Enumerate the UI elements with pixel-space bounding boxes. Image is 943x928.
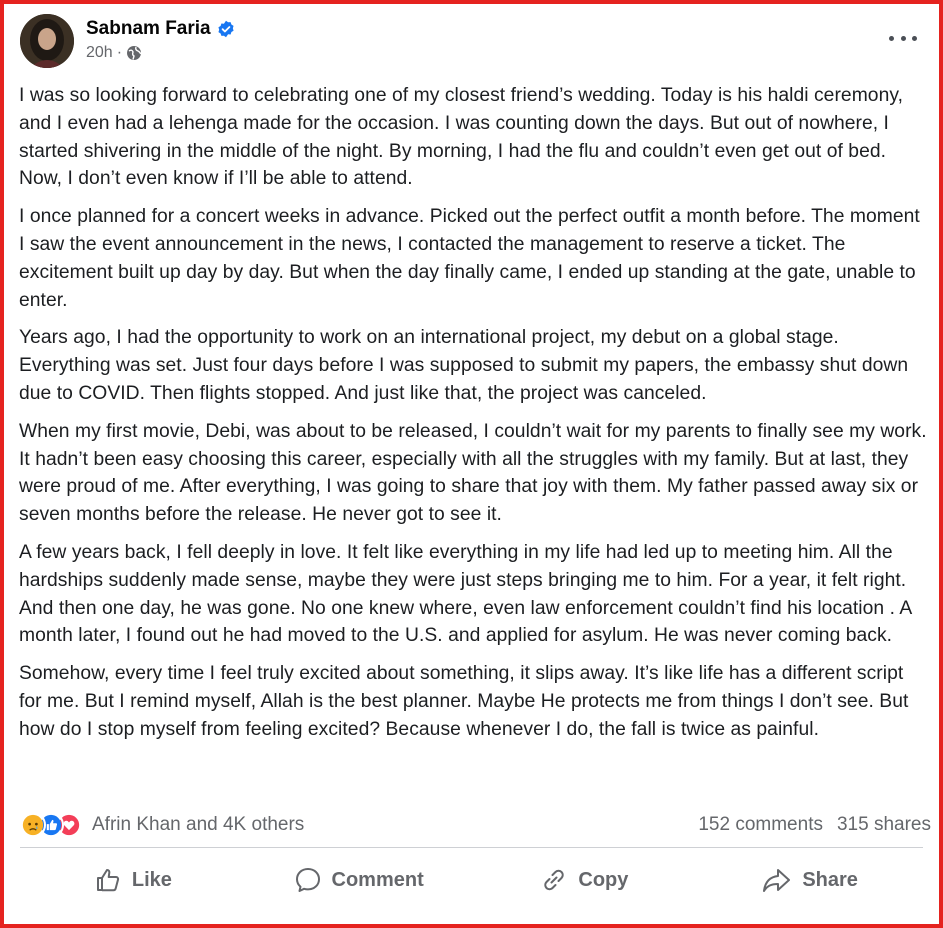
author-row: Sabnam Faria <box>86 18 235 40</box>
post-meta: 20h · <box>86 44 142 62</box>
reaction-summary[interactable]: Afrin Khan and 4K others <box>20 812 304 838</box>
share-label: Share <box>802 868 858 891</box>
globe-icon <box>127 46 142 60</box>
engagement-counts: 152 comments 315 shares <box>684 814 931 836</box>
more-dot-icon <box>912 35 917 41</box>
share-button[interactable]: Share <box>697 852 923 908</box>
reactors-text[interactable]: Afrin Khan and 4K others <box>92 814 304 836</box>
copy-label: Copy <box>578 868 629 891</box>
post-paragraph: When my first movie, Debi, was about to … <box>19 420 927 526</box>
thumbs-up-icon <box>96 869 119 892</box>
post-paragraph: Somehow, every time I feel truly excited… <box>19 663 909 740</box>
comment-label: Comment <box>331 868 424 891</box>
post-header: Sabnam Faria 20h · <box>20 14 923 72</box>
link-icon <box>544 869 565 891</box>
meta-separator: · <box>116 44 123 61</box>
post-time[interactable]: 20h <box>86 44 113 62</box>
shares-count[interactable]: 315 shares <box>837 814 931 836</box>
comment-button[interactable]: Comment <box>246 852 472 908</box>
copy-button[interactable]: Copy <box>472 852 698 908</box>
author-name[interactable]: Sabnam Faria <box>86 18 211 40</box>
divider <box>20 847 923 848</box>
like-label: Like <box>131 868 172 891</box>
share-arrow-icon <box>763 869 791 892</box>
comments-count[interactable]: 152 comments <box>698 814 823 836</box>
post-stats: Afrin Khan and 4K others 152 comments 31… <box>20 808 931 842</box>
action-bar: Like Comment Copy Share <box>20 852 923 908</box>
post-body: I was so looking forward to celebrating … <box>19 82 927 754</box>
more-options-button[interactable] <box>889 28 917 48</box>
more-dot-icon <box>889 35 894 41</box>
post-paragraph: I was so looking forward to celebrating … <box>19 85 904 190</box>
more-dot-icon <box>900 35 906 41</box>
comment-bubble-icon <box>295 868 320 892</box>
facebook-post: Sabnam Faria 20h · I was so looking forw… <box>4 4 939 924</box>
like-button[interactable]: Like <box>20 852 246 908</box>
verified-badge-icon <box>218 20 234 38</box>
sad-icon <box>20 812 46 838</box>
post-paragraph: I once planned for a concert weeks in ad… <box>19 206 920 311</box>
post-paragraph: A few years back, I fell deeply in love.… <box>19 541 912 647</box>
post-paragraph: Years ago, I had the opportunity to work… <box>19 327 909 404</box>
avatar[interactable] <box>20 14 74 68</box>
